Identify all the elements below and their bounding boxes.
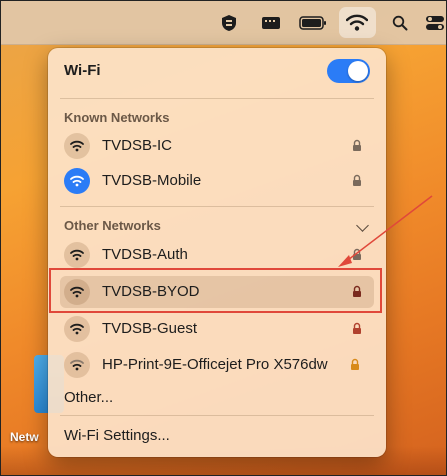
wifi-signal-icon (64, 133, 90, 159)
separator (60, 206, 374, 207)
network-row-tvdsb-auth[interactable]: TVDSB-Auth (60, 239, 374, 271)
network-name: HP-Print-9E-Officejet Pro X576dw (102, 356, 328, 373)
network-row-tvdsb-mobile[interactable]: TVDSB-Mobile (60, 165, 374, 197)
network-name: TVDSB-Mobile (102, 172, 202, 189)
wifi-signal-icon (64, 316, 90, 342)
other-network-button[interactable]: Other... (64, 389, 113, 406)
wifi-signal-icon (64, 352, 90, 378)
lock-icon (352, 139, 362, 157)
battery-icon[interactable] (299, 12, 327, 34)
wifi-toggle[interactable] (327, 59, 370, 83)
wifi-toggle-knob (348, 61, 368, 81)
wifi-icon[interactable] (346, 12, 368, 34)
desktop-item-label: Netw (10, 430, 39, 444)
network-row-tvdsb-ic[interactable]: TVDSB-IC (60, 130, 374, 162)
network-row-hp-print[interactable]: HP-Print-9E-Officejet Pro X576dw (60, 349, 374, 381)
wifi-settings-button[interactable]: Wi-Fi Settings... (64, 427, 170, 444)
known-networks-header: Known Networks (64, 110, 170, 125)
annotation-highlight-box (49, 268, 382, 313)
lock-icon (352, 248, 362, 266)
wifi-signal-icon (64, 168, 90, 194)
chevron-down-icon[interactable] (356, 219, 369, 232)
keyboard-icon[interactable] (261, 12, 281, 34)
wifi-menu-panel: Wi-Fi Known Networks TVDSB-IC TVDSB-Mobi… (48, 48, 386, 457)
network-row-tvdsb-guest[interactable]: TVDSB-Guest (60, 313, 374, 345)
search-icon[interactable] (392, 12, 408, 34)
vpn-icon[interactable] (221, 12, 237, 34)
lock-icon (352, 174, 362, 192)
separator (60, 415, 374, 416)
lock-icon (352, 322, 362, 340)
separator (60, 98, 374, 99)
network-name: TVDSB-Guest (102, 320, 198, 337)
control-center-icon[interactable] (425, 12, 445, 34)
network-name: TVDSB-Auth (102, 246, 188, 263)
wifi-signal-icon (64, 242, 90, 268)
network-name: TVDSB-IC (102, 137, 173, 154)
lock-icon (350, 358, 360, 376)
other-networks-header: Other Networks (64, 218, 161, 233)
menu-bar (0, 0, 447, 45)
wifi-menu-title: Wi-Fi (64, 62, 101, 79)
